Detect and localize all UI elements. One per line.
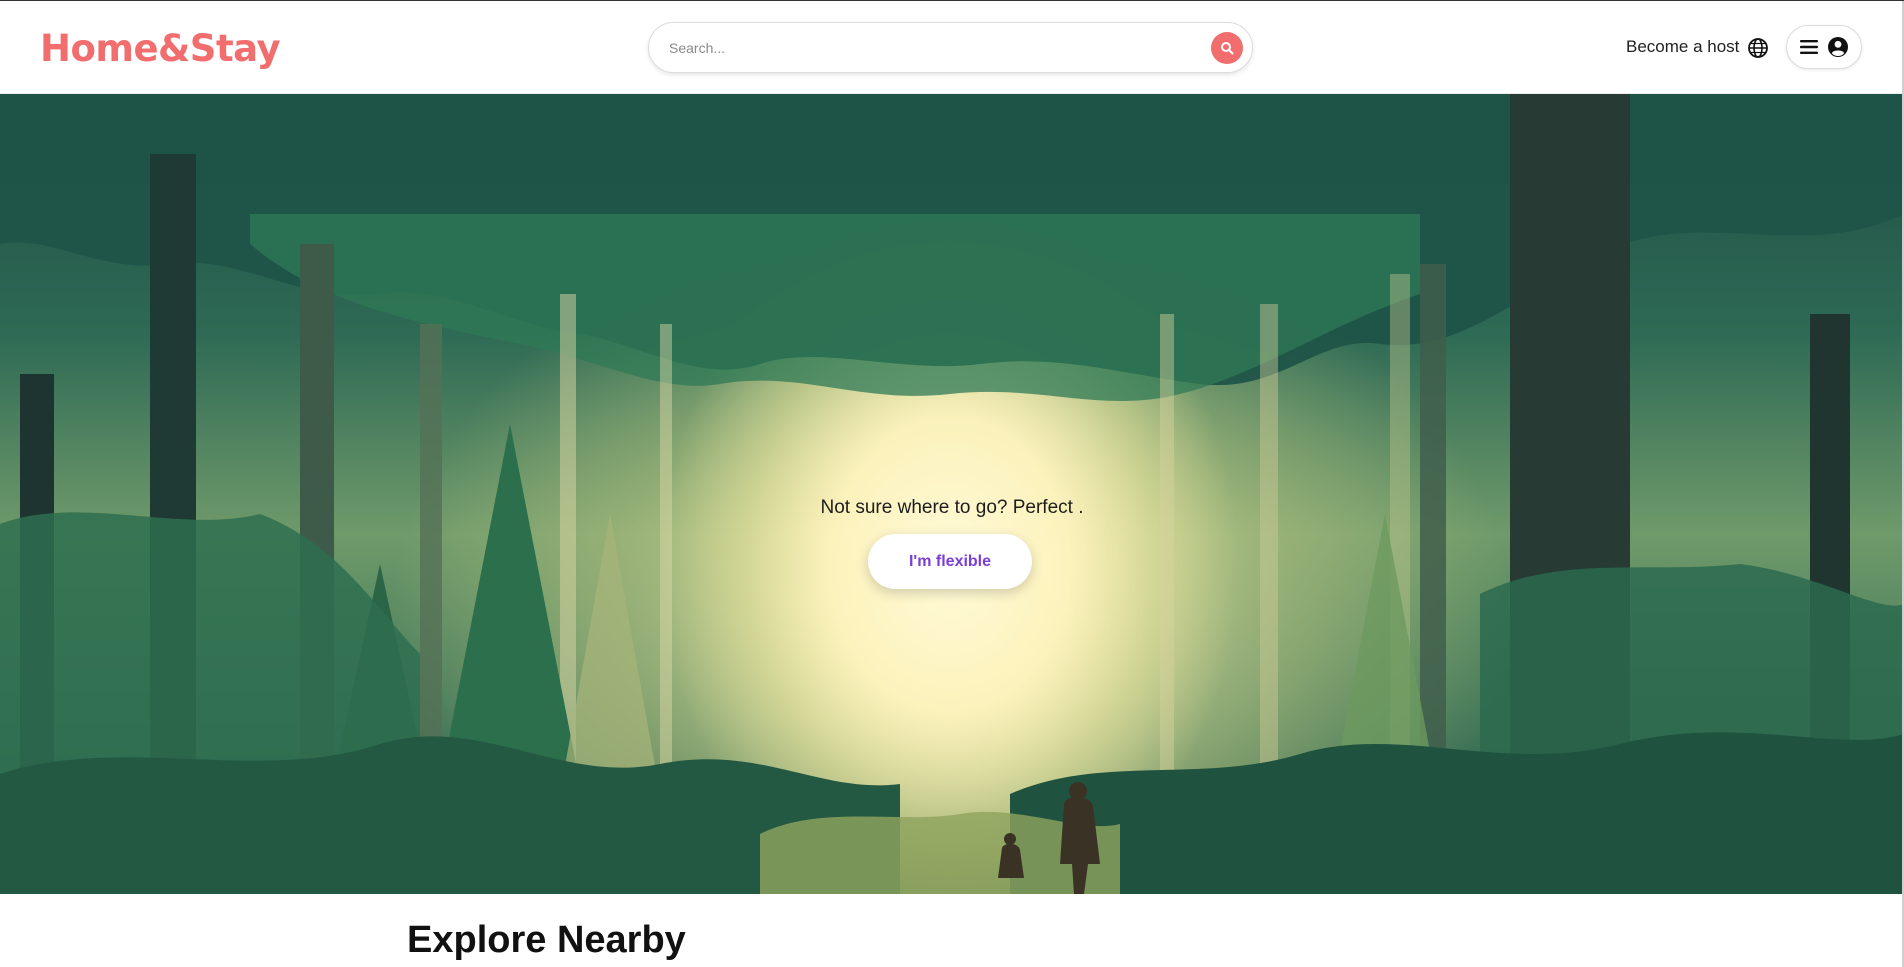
hero-banner: Not sure where to go? Perfect . I'm flex… <box>0 94 1904 894</box>
become-host-link[interactable]: Become a host <box>1626 37 1739 57</box>
search-button[interactable] <box>1211 32 1243 64</box>
search-input[interactable] <box>669 35 1189 61</box>
user-avatar-icon <box>1827 37 1848 57</box>
forest-illustration <box>0 94 1904 894</box>
hero-tagline: Not sure where to go? Perfect . <box>820 497 1084 518</box>
top-navbar: Home&Stay Become a host <box>0 1 1904 94</box>
page: Home&Stay Become a host <box>0 0 1904 967</box>
im-flexible-button[interactable]: I'm flexible <box>868 534 1032 589</box>
globe-icon[interactable] <box>1747 37 1769 59</box>
hamburger-menu-icon <box>1799 40 1818 54</box>
user-menu-button[interactable] <box>1786 25 1862 69</box>
search-icon <box>1221 42 1234 55</box>
explore-nearby-heading: Explore Nearby <box>407 919 686 961</box>
search-bar <box>648 22 1253 73</box>
logo[interactable]: Home&Stay <box>40 27 281 70</box>
